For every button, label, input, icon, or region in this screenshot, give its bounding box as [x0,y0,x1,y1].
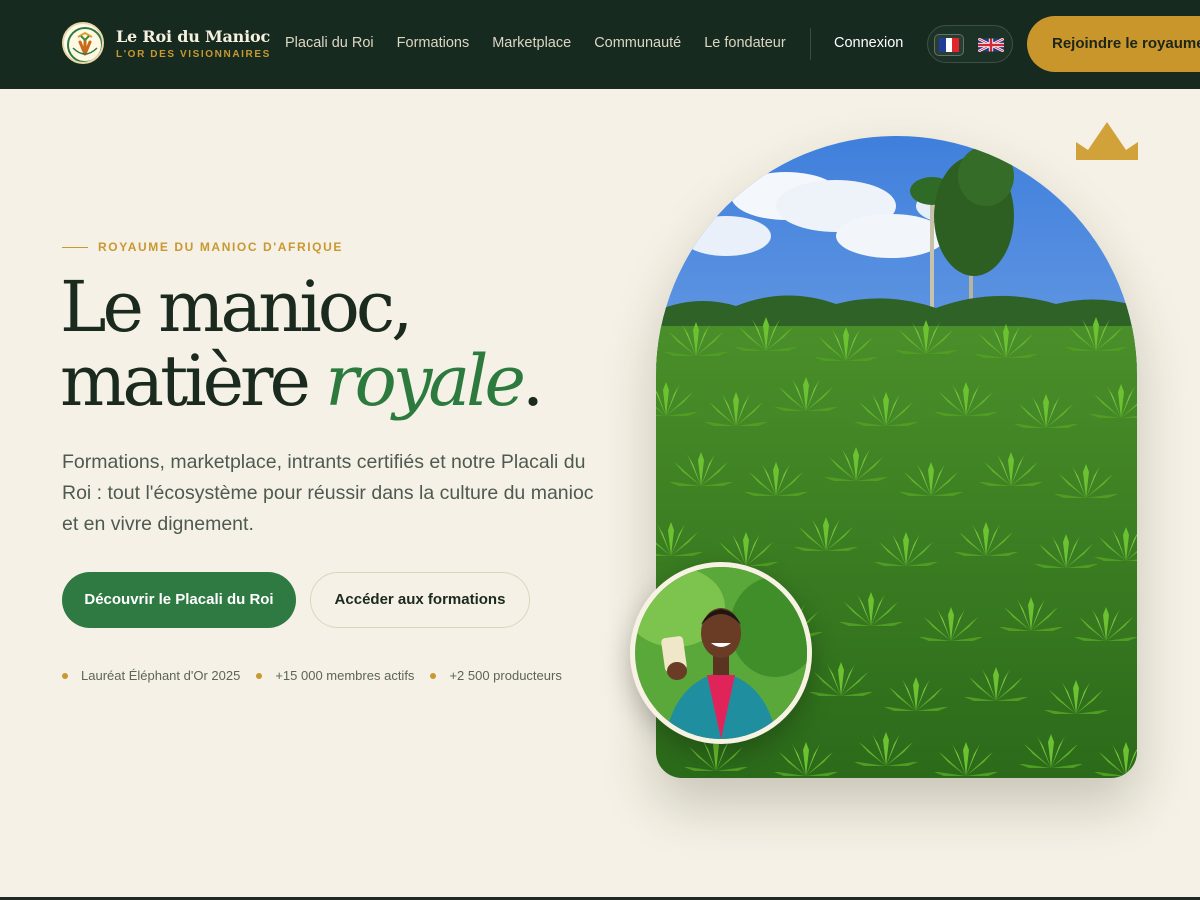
nav-item-formations[interactable]: Formations [397,35,470,51]
cassava-logo-icon[interactable] [62,22,104,64]
hero-stats: Lauréat Éléphant d'Or 2025 +15 000 membr… [62,668,562,683]
language-switcher [927,25,1013,63]
hero-title-line2: matière [60,340,311,422]
bullet-dot [430,672,437,679]
stat-members-label: +15 000 membres actifs [275,668,415,683]
stat-producers-label: +2 500 producteurs [449,668,562,683]
founder-portrait [630,562,812,744]
brand-name[interactable]: Le Roi du Manioc [116,27,270,46]
hero-title-period: . [521,340,544,422]
discover-placali-button[interactable]: Découvrir le Placali du Roi [62,572,296,628]
hero-title-line1: Le manioc, [60,266,413,348]
hero-title-emphasis: royale [325,340,526,422]
join-kingdom-button[interactable]: Rejoindre le royaume [1027,16,1200,72]
bullet-dot [256,672,263,679]
crown-icon [1074,120,1140,162]
brand-tagline: L'OR DES VISIONNAIRES [116,49,271,60]
site-header: Le Roi du Manioc L'OR DES VISIONNAIRES P… [0,0,1200,89]
flag-uk-icon[interactable] [976,34,1006,56]
eyebrow-rule [62,247,88,248]
hero-title: Le manioc, matière royale. [60,270,544,418]
nav-item-placali[interactable]: Placali du Roi [285,35,374,51]
nav-item-marketplace[interactable]: Marketplace [492,35,571,51]
stat-award: Lauréat Éléphant d'Or 2025 [62,668,240,683]
nav-item-communaute[interactable]: Communauté [594,35,681,51]
stat-producers: +2 500 producteurs [430,668,562,683]
login-link[interactable]: Connexion [834,35,903,51]
stat-award-label: Lauréat Éléphant d'Or 2025 [81,668,241,683]
hero-lead: Formations, marketplace, intrants certif… [62,451,594,535]
main-nav: Placali du Roi Formations Marketplace Co… [285,35,786,51]
nav-item-fondateur[interactable]: Le fondateur [704,35,785,51]
bullet-dot [62,672,68,679]
nav-divider [810,28,811,60]
hero-eyebrow: ROYAUME DU MANIOC D'AFRIQUE [98,240,343,254]
stat-members: +15 000 membres actifs [256,668,414,683]
access-formations-button[interactable]: Accéder aux formations [310,572,530,628]
flag-france-icon[interactable] [934,34,964,56]
